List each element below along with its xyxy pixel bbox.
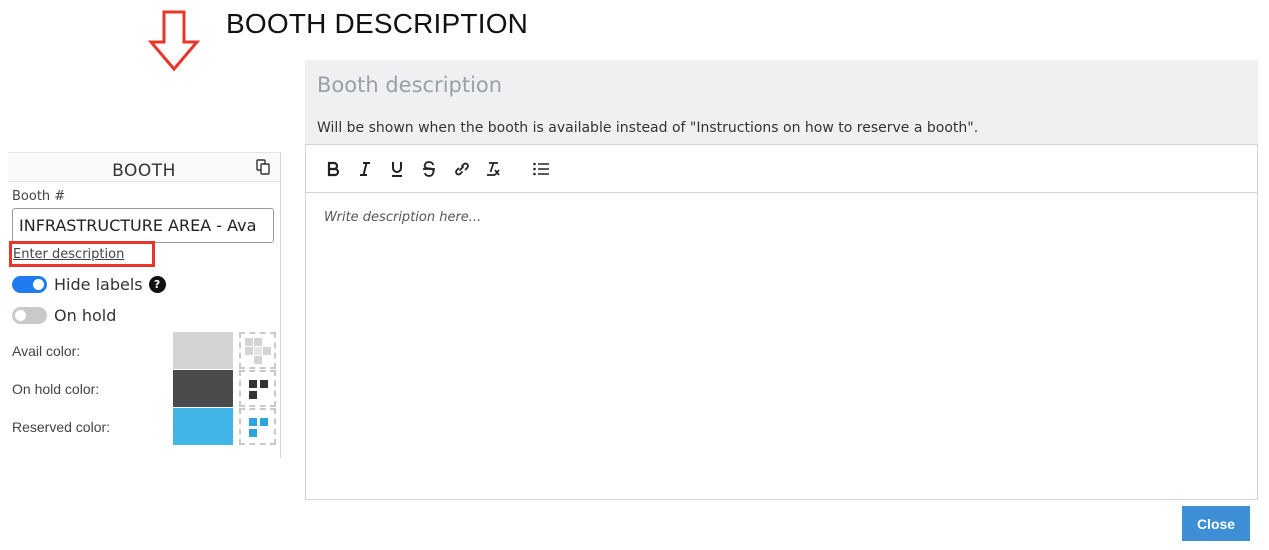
- question-icon[interactable]: ?: [148, 276, 166, 293]
- on-hold-color-label: On hold color:: [12, 381, 100, 397]
- hide-labels-toggle[interactable]: [12, 276, 47, 293]
- editor-toolbar: [306, 145, 1257, 193]
- modal-header: Booth description Will be shown when the…: [305, 60, 1258, 144]
- link-icon[interactable]: [447, 157, 475, 181]
- modal-subtitle: Will be shown when the booth is availabl…: [317, 120, 979, 136]
- booth-panel-header: BOOTH: [8, 152, 280, 182]
- rich-text-editor: Write description here...: [305, 144, 1258, 500]
- avail-pattern-picker[interactable]: [239, 332, 276, 369]
- strikethrough-icon[interactable]: [415, 157, 443, 181]
- description-editor[interactable]: Write description here...: [306, 194, 1257, 499]
- down-arrow-outline-icon: [148, 10, 200, 72]
- italic-icon[interactable]: [351, 157, 379, 181]
- enter-description-link[interactable]: Enter description: [13, 247, 124, 262]
- underline-icon[interactable]: [383, 157, 411, 181]
- hide-labels-label: Hide labels: [54, 275, 143, 294]
- bullet-list-icon[interactable]: [527, 157, 555, 181]
- close-button[interactable]: Close: [1182, 506, 1250, 541]
- annotation-title: BOOTH DESCRIPTION: [226, 8, 529, 39]
- on-hold-row: On hold: [12, 306, 116, 325]
- reserved-pattern-picker[interactable]: [239, 408, 276, 445]
- booth-number-value: INFRASTRUCTURE AREA - Ava: [19, 216, 257, 235]
- booth-number-label: Booth #: [12, 189, 66, 204]
- avail-color-label: Avail color:: [12, 343, 81, 359]
- booth-description-modal: Booth description Will be shown when the…: [305, 60, 1258, 550]
- editor-placeholder: Write description here...: [324, 210, 482, 225]
- on-hold-label: On hold: [54, 306, 117, 325]
- avail-color-swatch[interactable]: [173, 332, 233, 369]
- booth-panel: BOOTH Booth # INFRASTRUCTURE AREA - Ava …: [8, 152, 281, 458]
- reserved-color-row: Reserved color:: [12, 408, 276, 446]
- on-hold-color-swatch[interactable]: [173, 370, 233, 407]
- on-hold-color-row: On hold color:: [12, 370, 276, 408]
- booth-panel-title: BOOTH: [112, 161, 176, 181]
- on-hold-pattern-picker[interactable]: [239, 370, 276, 407]
- bold-icon[interactable]: [319, 157, 347, 181]
- on-hold-toggle[interactable]: [12, 307, 47, 324]
- modal-title: Booth description: [317, 73, 503, 97]
- hide-labels-row: Hide labels ?: [12, 275, 166, 294]
- clear-format-icon[interactable]: [479, 157, 507, 181]
- booth-number-input[interactable]: INFRASTRUCTURE AREA - Ava: [12, 208, 274, 243]
- copy-icon[interactable]: [256, 159, 270, 175]
- reserved-color-label: Reserved color:: [12, 419, 111, 435]
- avail-color-row: Avail color:: [12, 332, 276, 370]
- reserved-color-swatch[interactable]: [173, 408, 233, 445]
